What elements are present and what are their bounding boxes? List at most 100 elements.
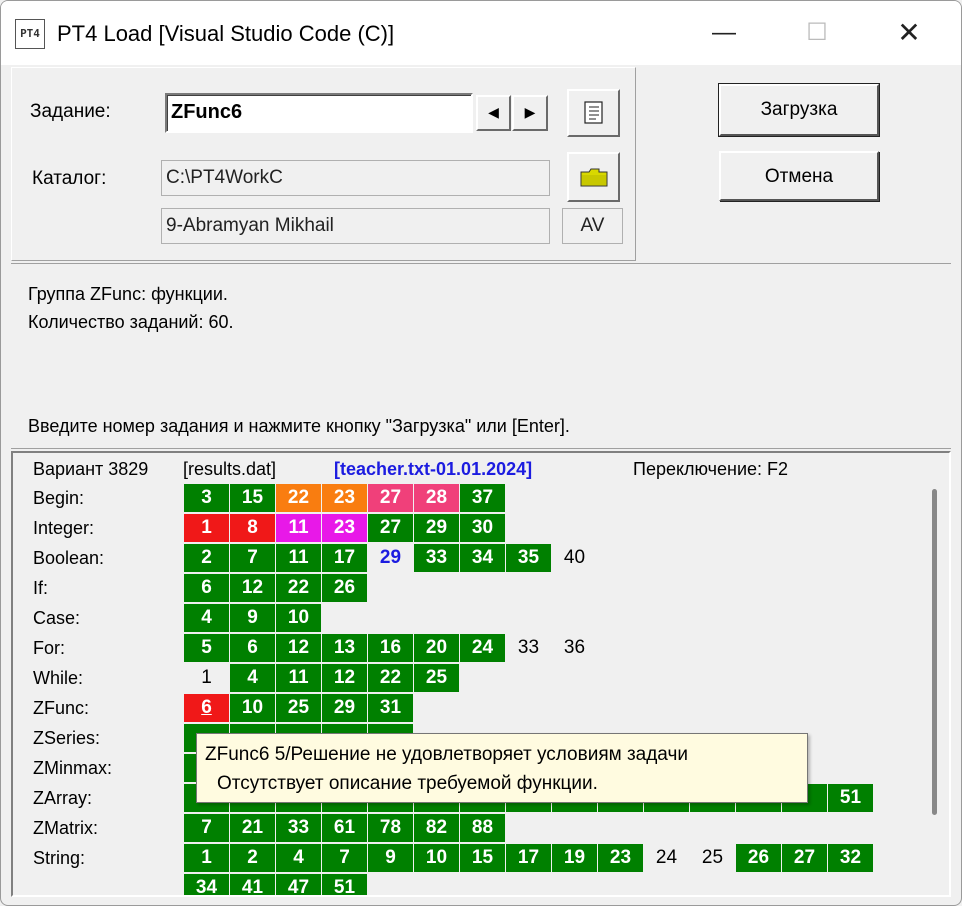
results-list[interactable]: Вариант 3829 [results.dat] [teacher.txt-… (11, 451, 951, 897)
task-cell[interactable]: 41 (230, 874, 275, 895)
task-cell[interactable]: 27 (368, 514, 413, 542)
task-cell[interactable]: 34 (184, 874, 229, 895)
task-cell[interactable]: 4 (230, 664, 275, 692)
task-cell[interactable]: 22 (276, 574, 321, 602)
task-cell[interactable]: 7 (322, 844, 367, 872)
task-cell[interactable]: 23 (598, 844, 643, 872)
select-folder-button[interactable] (567, 152, 620, 202)
task-input[interactable]: ZFunc6 (165, 93, 473, 133)
task-cell[interactable]: 51 (828, 784, 873, 812)
group-description: Группа ZFunc: функции. (28, 284, 228, 304)
pt4-load-window: PT4 PT4 Load [Visual Studio Code (C)] — … (0, 0, 962, 906)
task-cell[interactable]: 7 (230, 544, 275, 572)
task-cell[interactable]: 88 (460, 814, 505, 842)
task-cell[interactable]: 2 (230, 844, 275, 872)
task-cell[interactable]: 35 (506, 544, 551, 572)
task-cell[interactable]: 11 (276, 664, 321, 692)
task-cell[interactable]: 6 (184, 694, 229, 722)
task-cell[interactable]: 10 (414, 844, 459, 872)
scrollbar[interactable] (932, 489, 937, 815)
catalog-label: Каталог: (32, 168, 107, 189)
prev-task-button[interactable]: ◀ (476, 95, 511, 131)
task-cell[interactable]: 4 (184, 604, 229, 632)
task-cell[interactable]: 4 (276, 844, 321, 872)
task-cell[interactable]: 19 (552, 844, 597, 872)
task-cell[interactable]: 1 (184, 514, 229, 542)
maximize-button[interactable]: ☐ (794, 13, 840, 53)
task-cell[interactable]: 1 (184, 664, 229, 692)
task-cell[interactable]: 37 (460, 484, 505, 512)
load-button[interactable]: Загрузка (718, 83, 880, 137)
group-row: If: 6 12 22 26 (13, 573, 913, 603)
task-cell[interactable]: 5 (184, 634, 229, 662)
task-cell[interactable]: 51 (322, 874, 367, 895)
task-cell[interactable]: 23 (322, 514, 367, 542)
task-cell[interactable]: 7 (184, 814, 229, 842)
task-cell[interactable]: 12 (276, 634, 321, 662)
task-browser-button[interactable] (567, 89, 620, 137)
task-cell[interactable]: 9 (230, 604, 275, 632)
task-cell[interactable]: 13 (322, 634, 367, 662)
task-cell[interactable]: 9 (368, 844, 413, 872)
task-cell[interactable]: 11 (276, 544, 321, 572)
task-cell[interactable]: 20 (414, 634, 459, 662)
task-cell[interactable]: 10 (276, 604, 321, 632)
task-cell[interactable]: 16 (368, 634, 413, 662)
task-cell[interactable]: 21 (230, 814, 275, 842)
task-cell[interactable]: 12 (322, 664, 367, 692)
cancel-button[interactable]: Отмена (719, 151, 879, 201)
minimize-button[interactable]: — (701, 13, 747, 53)
task-cell[interactable]: 78 (368, 814, 413, 842)
task-cell[interactable]: 8 (230, 514, 275, 542)
group-name: ZFunc: (33, 698, 90, 718)
task-cell[interactable]: 11 (276, 514, 321, 542)
task-cell[interactable]: 31 (368, 694, 413, 722)
task-cell[interactable]: 61 (322, 814, 367, 842)
task-cell[interactable]: 17 (506, 844, 551, 872)
task-cell[interactable]: 29 (322, 694, 367, 722)
task-cell[interactable]: 32 (828, 844, 873, 872)
task-cell[interactable]: 33 (414, 544, 459, 572)
task-cell[interactable]: 25 (276, 694, 321, 722)
task-cell[interactable]: 15 (460, 844, 505, 872)
task-cell[interactable]: 26 (322, 574, 367, 602)
task-cell[interactable]: 29 (368, 544, 413, 572)
group-name: ZMatrix: (33, 818, 98, 838)
task-cell[interactable]: 24 (460, 634, 505, 662)
task-cell[interactable]: 12 (230, 574, 275, 602)
task-cell[interactable]: 24 (644, 844, 689, 872)
task-cell[interactable]: 22 (368, 664, 413, 692)
task-cell[interactable]: 2 (184, 544, 229, 572)
task-cell[interactable]: 47 (276, 874, 321, 895)
group-row: Begin: 3 15 22 23 27 28 37 (13, 483, 913, 513)
task-cell[interactable]: 1 (184, 844, 229, 872)
task-cell[interactable]: 36 (552, 634, 597, 662)
task-cell[interactable]: 28 (414, 484, 459, 512)
task-cell[interactable]: 26 (736, 844, 781, 872)
close-button[interactable]: ✕ (886, 13, 932, 53)
task-cell[interactable]: 29 (414, 514, 459, 542)
task-cell[interactable]: 6 (230, 634, 275, 662)
window-title: PT4 Load [Visual Studio Code (C)] (57, 21, 395, 46)
task-cell[interactable]: 40 (552, 544, 597, 572)
task-cell[interactable]: 30 (460, 514, 505, 542)
task-cell[interactable]: 27 (782, 844, 827, 872)
task-cell[interactable]: 82 (414, 814, 459, 842)
task-cell[interactable]: 3 (184, 484, 229, 512)
group-name: While: (33, 668, 84, 688)
next-task-button[interactable]: ▶ (512, 95, 548, 131)
task-cell[interactable]: 17 (322, 544, 367, 572)
task-cell[interactable]: 25 (414, 664, 459, 692)
task-cell[interactable]: 34 (460, 544, 505, 572)
task-cell[interactable]: 25 (690, 844, 735, 872)
task-cell[interactable]: 33 (276, 814, 321, 842)
task-cell[interactable]: 22 (276, 484, 321, 512)
task-cell[interactable]: 6 (184, 574, 229, 602)
task-cell[interactable]: 27 (368, 484, 413, 512)
task-cell[interactable]: 10 (230, 694, 275, 722)
task-cell[interactable]: 23 (322, 484, 367, 512)
task-cell[interactable]: 15 (230, 484, 275, 512)
title-bar[interactable]: PT4 PT4 Load [Visual Studio Code (C)] — … (1, 1, 961, 65)
group-name: ZSeries: (33, 728, 101, 748)
task-cell[interactable]: 33 (506, 634, 551, 662)
